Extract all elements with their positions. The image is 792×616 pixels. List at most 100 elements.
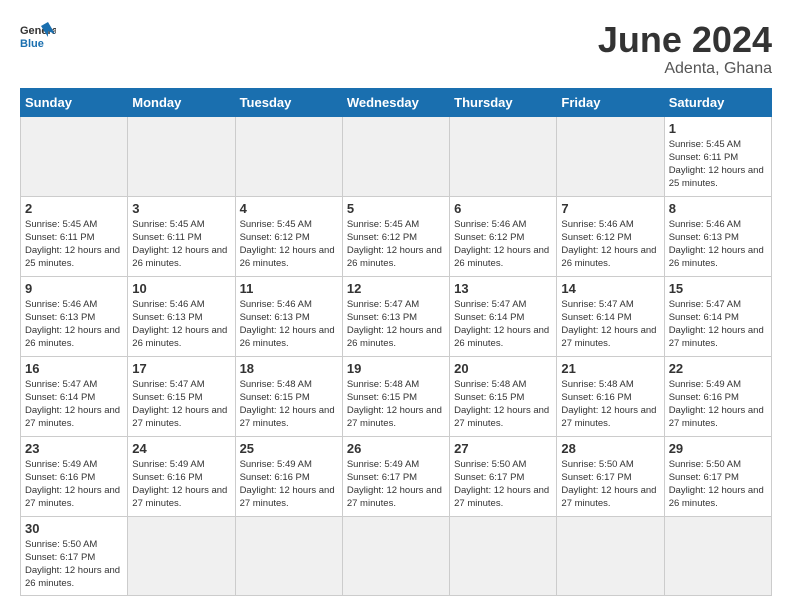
day-info: Sunrise: 5:50 AMSunset: 6:17 PMDaylight:… bbox=[669, 458, 767, 511]
day-info: Sunrise: 5:45 AMSunset: 6:11 PMDaylight:… bbox=[25, 218, 123, 271]
calendar-week-row: 16Sunrise: 5:47 AMSunset: 6:14 PMDayligh… bbox=[21, 356, 772, 436]
calendar-cell: 29Sunrise: 5:50 AMSunset: 6:17 PMDayligh… bbox=[664, 436, 771, 516]
day-number: 30 bbox=[25, 521, 123, 536]
calendar-cell: 13 Sunrise: 5:47 AMSunset: 6:14 PMDayligh… bbox=[450, 276, 557, 356]
day-info: Sunrise: 5:47 AMSunset: 6:13 PMDaylight:… bbox=[347, 298, 445, 351]
calendar-cell bbox=[450, 116, 557, 196]
calendar-cell: 7Sunrise: 5:46 AMSunset: 6:12 PMDaylight… bbox=[557, 196, 664, 276]
day-info: Sunrise: 5:47 AMSunset: 6:14 PMDaylight:… bbox=[454, 298, 552, 351]
day-number: 26 bbox=[347, 441, 445, 456]
day-info: Sunrise: 5:45 AMSunset: 6:12 PMDaylight:… bbox=[347, 218, 445, 271]
day-number: 5 bbox=[347, 201, 445, 216]
day-info: Sunrise: 5:48 AMSunset: 6:15 PMDaylight:… bbox=[454, 378, 552, 431]
calendar-cell bbox=[342, 116, 449, 196]
calendar-cell: 24Sunrise: 5:49 AMSunset: 6:16 PMDayligh… bbox=[128, 436, 235, 516]
calendar-cell bbox=[128, 116, 235, 196]
day-info: Sunrise: 5:45 AMSunset: 6:12 PMDaylight:… bbox=[240, 218, 338, 271]
day-number: 19 bbox=[347, 361, 445, 376]
day-info: Sunrise: 5:46 AMSunset: 6:13 PMDaylight:… bbox=[240, 298, 338, 351]
day-info: Sunrise: 5:47 AMSunset: 6:14 PMDaylight:… bbox=[561, 298, 659, 351]
day-info: Sunrise: 5:50 AMSunset: 6:17 PMDaylight:… bbox=[25, 538, 123, 591]
calendar-cell: 21Sunrise: 5:48 AMSunset: 6:16 PMDayligh… bbox=[557, 356, 664, 436]
day-info: Sunrise: 5:49 AMSunset: 6:16 PMDaylight:… bbox=[240, 458, 338, 511]
calendar-cell: 3Sunrise: 5:45 AMSunset: 6:11 PMDaylight… bbox=[128, 196, 235, 276]
calendar-cell: 30 Sunrise: 5:50 AMSunset: 6:17 PMDayligh… bbox=[21, 516, 128, 595]
calendar-cell: 17Sunrise: 5:47 AMSunset: 6:15 PMDayligh… bbox=[128, 356, 235, 436]
title-block: June 2024 Adenta, Ghana bbox=[598, 20, 772, 78]
page-header: General Blue June 2024 Adenta, Ghana bbox=[20, 20, 772, 78]
day-number: 18 bbox=[240, 361, 338, 376]
day-number: 2 bbox=[25, 201, 123, 216]
calendar-cell: 10 Sunrise: 5:46 AMSunset: 6:13 PMDayligh… bbox=[128, 276, 235, 356]
day-number: 7 bbox=[561, 201, 659, 216]
day-info: Sunrise: 5:48 AMSunset: 6:15 PMDaylight:… bbox=[347, 378, 445, 431]
calendar-cell bbox=[557, 516, 664, 595]
location-text: Adenta, Ghana bbox=[598, 60, 772, 78]
calendar-week-row: 2 Sunrise: 5:45 AMSunset: 6:11 PMDaylight… bbox=[21, 196, 772, 276]
calendar-header-thursday: Thursday bbox=[450, 88, 557, 116]
day-number: 23 bbox=[25, 441, 123, 456]
calendar-cell: 4 Sunrise: 5:45 AMSunset: 6:12 PMDaylight… bbox=[235, 196, 342, 276]
calendar-cell: 23Sunrise: 5:49 AMSunset: 6:16 PMDayligh… bbox=[21, 436, 128, 516]
calendar-cell: 8 Sunrise: 5:46 AMSunset: 6:13 PMDaylight… bbox=[664, 196, 771, 276]
calendar-cell: 6 Sunrise: 5:46 AMSunset: 6:12 PMDaylight… bbox=[450, 196, 557, 276]
calendar-week-row: 23 Sunrise: 5:49 AMSunset: 6:16 PMDayligh… bbox=[21, 436, 772, 516]
day-info: Sunrise: 5:50 AMSunset: 6:17 PMDaylight:… bbox=[454, 458, 552, 511]
day-number: 20 bbox=[454, 361, 552, 376]
day-number: 8 bbox=[669, 201, 767, 216]
calendar-week-row: 30 Sunrise: 5:50 AMSunset: 6:17 PMDayligh… bbox=[21, 516, 772, 595]
calendar-cell: 18 Sunrise: 5:48 AMSunset: 6:15 PMDayligh… bbox=[235, 356, 342, 436]
day-number: 28 bbox=[561, 441, 659, 456]
day-number: 27 bbox=[454, 441, 552, 456]
calendar-cell: 12 Sunrise: 5:47 AMSunset: 6:13 PMDayligh… bbox=[342, 276, 449, 356]
calendar-week-row: 1Sunrise: 5:45 AMSunset: 6:11 PMDaylight… bbox=[21, 116, 772, 196]
day-info: Sunrise: 5:45 AMSunset: 6:11 PMDaylight:… bbox=[669, 138, 767, 191]
calendar-cell bbox=[235, 116, 342, 196]
day-number: 9 bbox=[25, 281, 123, 296]
day-number: 15 bbox=[669, 281, 767, 296]
day-info: Sunrise: 5:46 AMSunset: 6:13 PMDaylight:… bbox=[132, 298, 230, 351]
day-number: 6 bbox=[454, 201, 552, 216]
calendar-cell bbox=[557, 116, 664, 196]
calendar-cell bbox=[450, 516, 557, 595]
day-number: 10 bbox=[132, 281, 230, 296]
calendar-cell: 11 Sunrise: 5:46 AMSunset: 6:13 PMDayligh… bbox=[235, 276, 342, 356]
calendar-header-sunday: Sunday bbox=[21, 88, 128, 116]
day-info: Sunrise: 5:47 AMSunset: 6:14 PMDaylight:… bbox=[669, 298, 767, 351]
calendar-cell bbox=[342, 516, 449, 595]
calendar-cell: 28Sunrise: 5:50 AMSunset: 6:17 PMDayligh… bbox=[557, 436, 664, 516]
day-info: Sunrise: 5:48 AMSunset: 6:16 PMDaylight:… bbox=[561, 378, 659, 431]
day-number: 4 bbox=[240, 201, 338, 216]
logo-svg: General Blue bbox=[20, 20, 56, 56]
calendar-cell: 5 Sunrise: 5:45 AMSunset: 6:12 PMDaylight… bbox=[342, 196, 449, 276]
day-number: 12 bbox=[347, 281, 445, 296]
calendar-cell: 2 Sunrise: 5:45 AMSunset: 6:11 PMDaylight… bbox=[21, 196, 128, 276]
calendar-cell bbox=[128, 516, 235, 595]
calendar-header-tuesday: Tuesday bbox=[235, 88, 342, 116]
day-number: 14 bbox=[561, 281, 659, 296]
svg-text:Blue: Blue bbox=[20, 38, 44, 50]
calendar-cell: 26 Sunrise: 5:49 AMSunset: 6:17 PMDayligh… bbox=[342, 436, 449, 516]
day-number: 13 bbox=[454, 281, 552, 296]
calendar-table: SundayMondayTuesdayWednesdayThursdayFrid… bbox=[20, 88, 772, 596]
calendar-cell: 1Sunrise: 5:45 AMSunset: 6:11 PMDaylight… bbox=[664, 116, 771, 196]
day-number: 11 bbox=[240, 281, 338, 296]
calendar-cell bbox=[21, 116, 128, 196]
day-info: Sunrise: 5:49 AMSunset: 6:17 PMDaylight:… bbox=[347, 458, 445, 511]
day-info: Sunrise: 5:46 AMSunset: 6:12 PMDaylight:… bbox=[454, 218, 552, 271]
calendar-header-wednesday: Wednesday bbox=[342, 88, 449, 116]
calendar-cell: 9Sunrise: 5:46 AMSunset: 6:13 PMDaylight… bbox=[21, 276, 128, 356]
calendar-cell: 19 Sunrise: 5:48 AMSunset: 6:15 PMDayligh… bbox=[342, 356, 449, 436]
calendar-cell: 16Sunrise: 5:47 AMSunset: 6:14 PMDayligh… bbox=[21, 356, 128, 436]
day-info: Sunrise: 5:47 AMSunset: 6:15 PMDaylight:… bbox=[132, 378, 230, 431]
calendar-header-row: SundayMondayTuesdayWednesdayThursdayFrid… bbox=[21, 88, 772, 116]
calendar-cell bbox=[664, 516, 771, 595]
day-info: Sunrise: 5:46 AMSunset: 6:13 PMDaylight:… bbox=[669, 218, 767, 271]
day-number: 25 bbox=[240, 441, 338, 456]
day-info: Sunrise: 5:48 AMSunset: 6:15 PMDaylight:… bbox=[240, 378, 338, 431]
calendar-week-row: 9 Sunrise: 5:46 AMSunset: 6:13 PMDaylight… bbox=[21, 276, 772, 356]
day-info: Sunrise: 5:49 AMSunset: 6:16 PMDaylight:… bbox=[132, 458, 230, 511]
day-number: 22 bbox=[669, 361, 767, 376]
calendar-header-saturday: Saturday bbox=[664, 88, 771, 116]
day-number: 16 bbox=[25, 361, 123, 376]
